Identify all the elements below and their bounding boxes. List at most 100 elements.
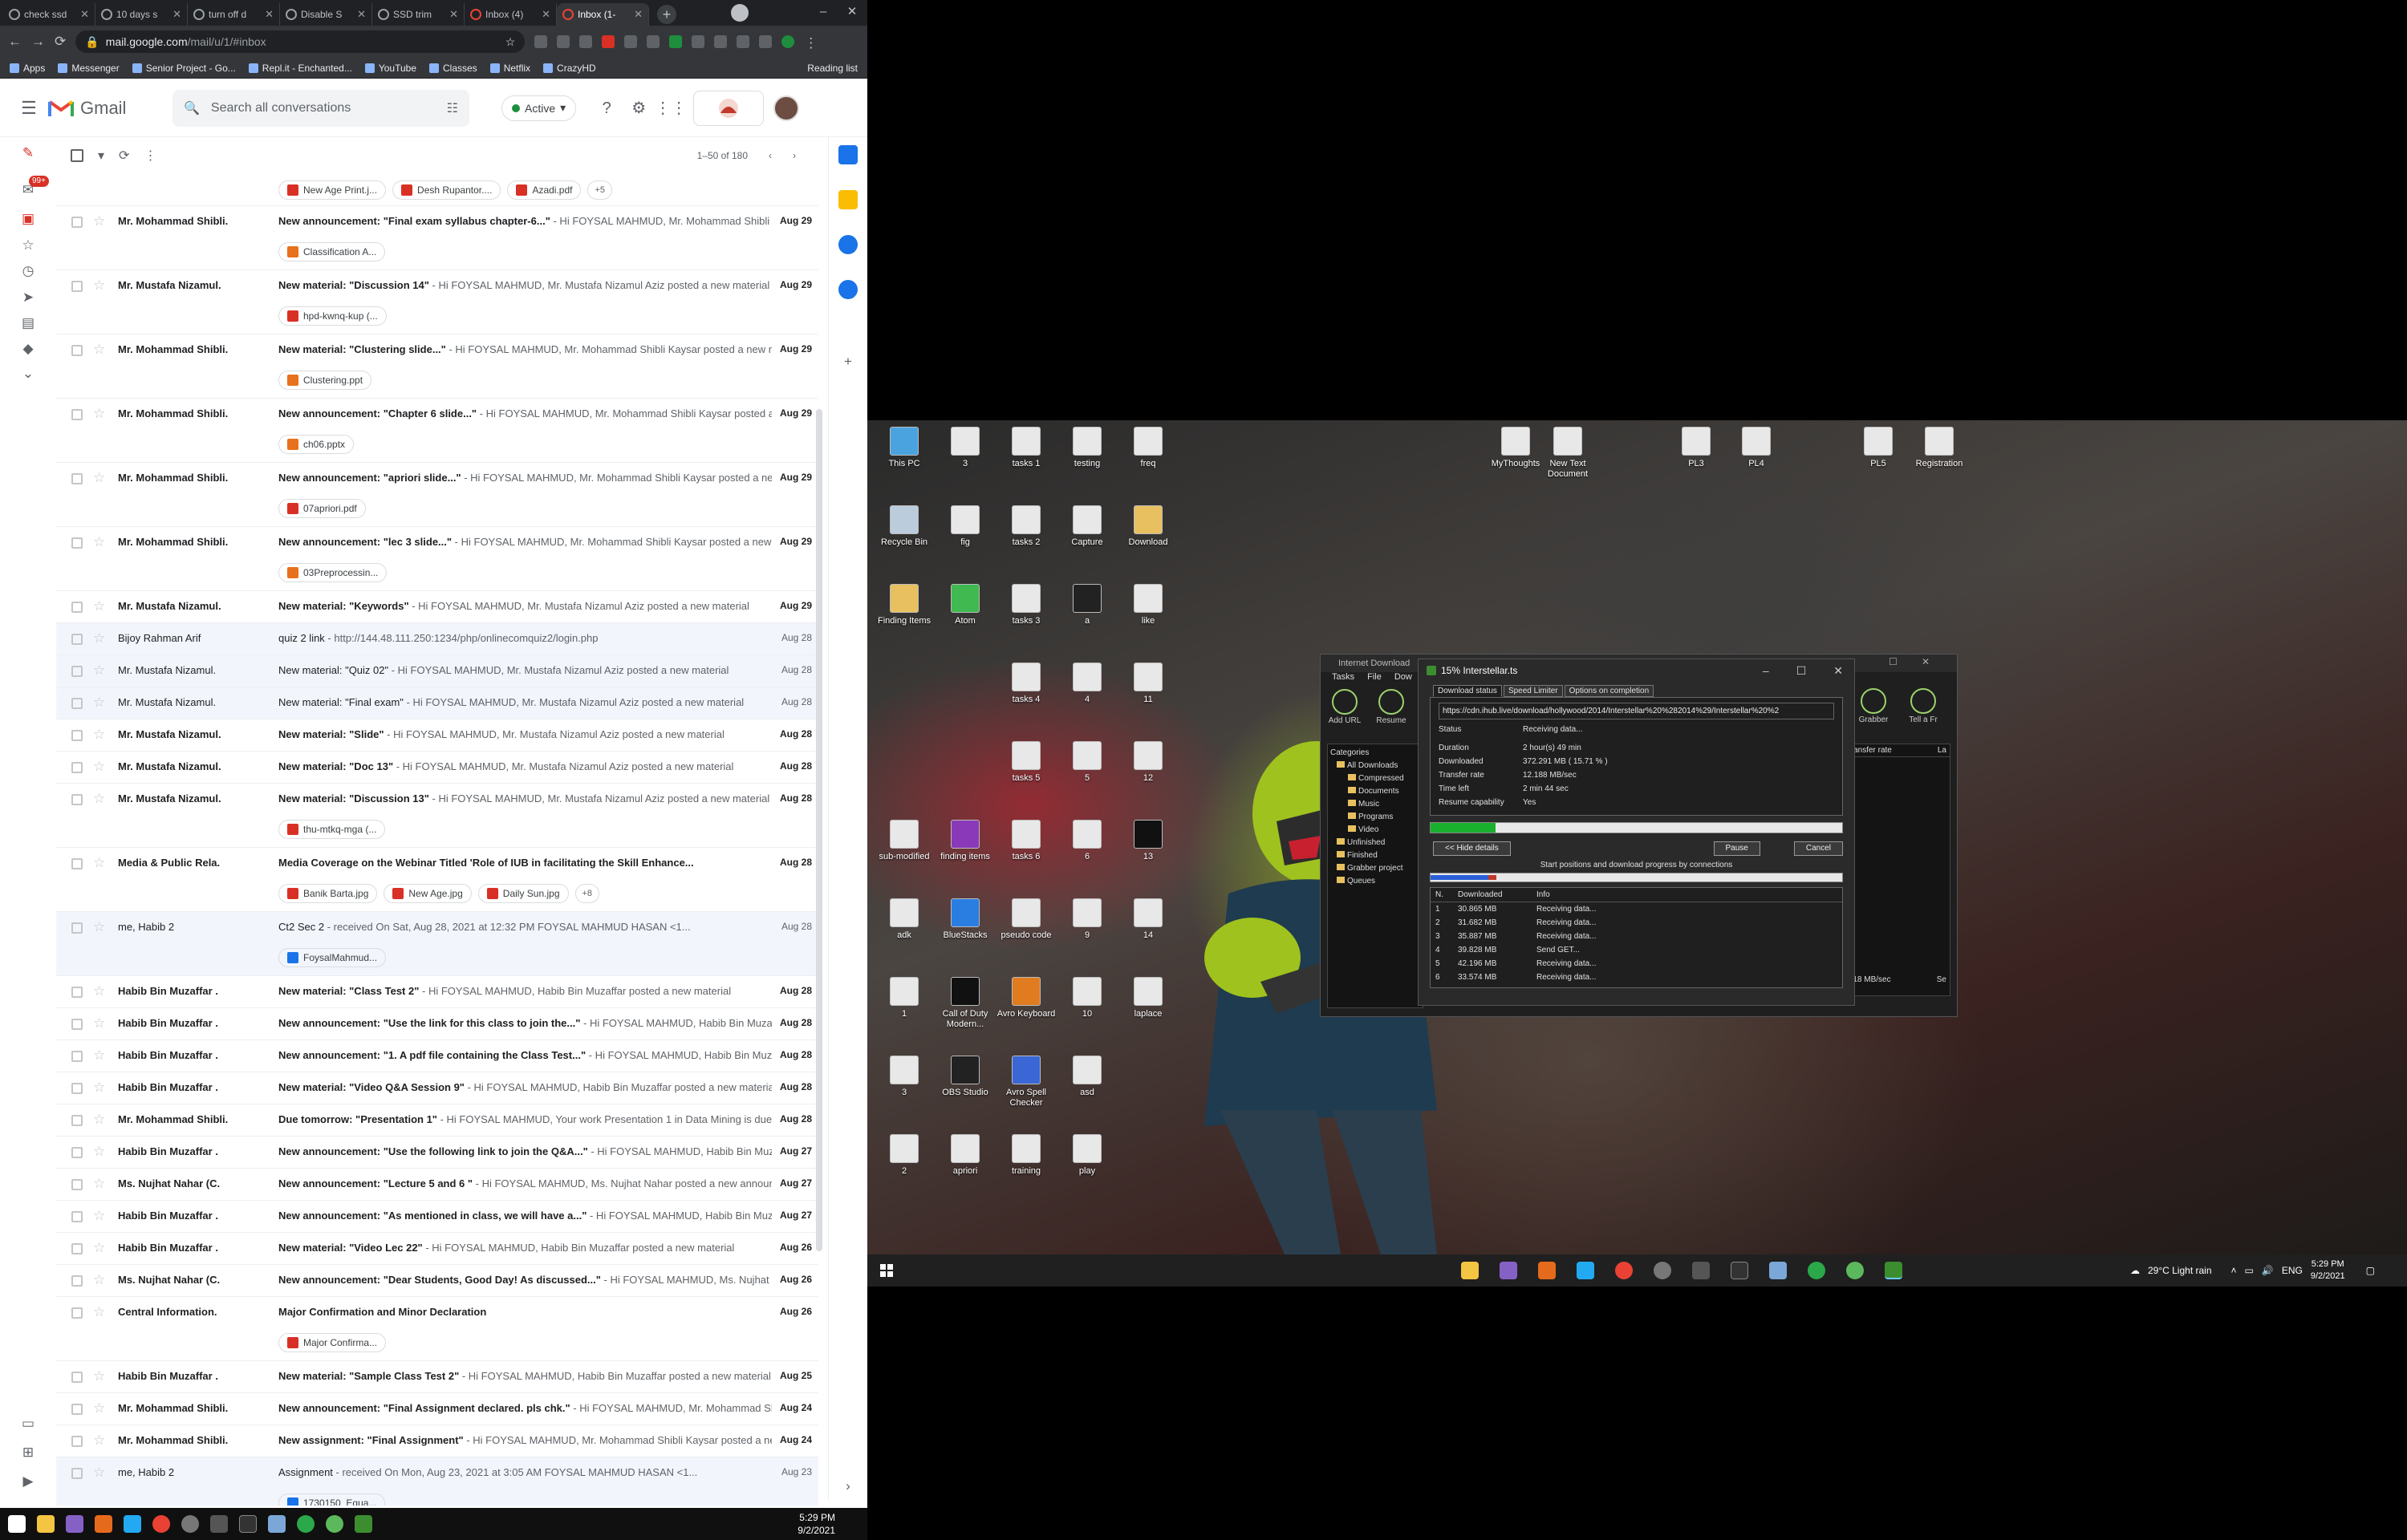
bookmark-item[interactable]: Senior Project - Go...: [132, 63, 236, 74]
app-icon[interactable]: [1846, 1262, 1864, 1279]
desktop-icon[interactable]: 11: [1118, 663, 1179, 705]
scrollbar[interactable]: [816, 409, 822, 1251]
star-icon[interactable]: ☆: [93, 983, 105, 999]
list-item[interactable]: New Age Print.j... Desh Rupantor.... Azadi…: [56, 174, 818, 206]
desktop-icon[interactable]: PL4: [1726, 427, 1787, 469]
star-icon[interactable]: ☆: [93, 1240, 105, 1256]
table-row[interactable]: ☆ Ms. Nujhat Nahar (C. New announcement: "…: [56, 1265, 818, 1297]
star-icon[interactable]: ☆: [93, 1304, 105, 1320]
table-row[interactable]: ☆ Mr. Mustafa Nizamul. New material: "Quiz…: [56, 655, 818, 687]
desktop-icon[interactable]: adk: [874, 898, 935, 941]
bookmark-item[interactable]: CrazyHD: [543, 63, 596, 74]
drafts-icon[interactable]: ▤: [18, 314, 38, 333]
desktop-icon[interactable]: 4: [1057, 663, 1118, 705]
gear-icon[interactable]: ⚙: [623, 92, 655, 124]
cancel-button[interactable]: Cancel: [1793, 841, 1843, 856]
star-icon[interactable]: ☆: [93, 759, 105, 775]
row-checkbox[interactable]: [71, 1404, 83, 1415]
row-checkbox[interactable]: [71, 1147, 83, 1158]
app-icon[interactable]: [1808, 1262, 1825, 1279]
forward-icon[interactable]: →: [31, 34, 45, 50]
desktop-icon[interactable]: Capture: [1057, 505, 1118, 548]
windows-start-icon[interactable]: [8, 1515, 26, 1533]
desktop-icon[interactable]: a: [1057, 584, 1118, 626]
row-checkbox[interactable]: [71, 1243, 83, 1254]
column-header[interactable]: Downloaded: [1455, 888, 1533, 902]
app-icon[interactable]: [1692, 1262, 1710, 1279]
calendar-icon[interactable]: [838, 145, 858, 164]
chevron-right-icon[interactable]: ›: [793, 150, 796, 161]
desktop-icon[interactable]: pseudo code: [996, 898, 1057, 941]
bookmark-item[interactable]: Classes: [429, 63, 477, 74]
tasks-icon[interactable]: [838, 235, 858, 254]
table-row[interactable]: ☆ Mr. Mohammad Shibli. New announcement: "…: [56, 206, 818, 270]
desktop-icon[interactable]: 10: [1057, 977, 1118, 1019]
omnibox[interactable]: 🔒 mail.google.com/mail/u/1/#inbox ☆: [75, 30, 526, 53]
attachment-chip[interactable]: 07apriori.pdf: [278, 499, 366, 518]
category-item[interactable]: All Downloads: [1330, 760, 1420, 772]
row-checkbox[interactable]: [71, 1436, 83, 1447]
desktop-icon[interactable]: Registration: [1909, 427, 1970, 469]
star-icon[interactable]: ☆: [93, 630, 105, 646]
desktop-icon[interactable]: tasks 6: [996, 820, 1057, 862]
visual-studio-icon[interactable]: [1500, 1262, 1517, 1279]
bookmark-item[interactable]: Apps: [10, 63, 45, 74]
close-icon[interactable]: ✕: [80, 8, 89, 21]
keep-icon[interactable]: [838, 190, 858, 209]
profile-f-icon[interactable]: [781, 35, 795, 48]
hide-details-button[interactable]: << Hide details: [1433, 841, 1511, 856]
file-explorer-icon[interactable]: [37, 1515, 55, 1533]
table-row[interactable]: ☆ Mr. Mohammad Shibli. New material: "Clus…: [56, 334, 818, 399]
desktop-icon[interactable]: tasks 4: [996, 663, 1057, 705]
gmail-logo[interactable]: Gmail: [48, 98, 173, 119]
desktop-icon[interactable]: PL3: [1666, 427, 1727, 469]
row-checkbox[interactable]: [71, 473, 83, 484]
app-icon[interactable]: [268, 1515, 286, 1533]
refresh-icon[interactable]: ⟳: [119, 148, 129, 164]
back-icon[interactable]: ←: [8, 34, 22, 50]
row-checkbox[interactable]: [71, 217, 83, 228]
volume-icon[interactable]: 🔊: [2262, 1265, 2274, 1276]
tell-friend-button[interactable]: Tell a Fr: [1906, 688, 1941, 724]
chevron-left-icon[interactable]: ‹: [769, 150, 772, 161]
add-addon-icon[interactable]: +: [838, 352, 858, 371]
row-checkbox[interactable]: [71, 730, 83, 741]
table-row[interactable]: ☆ Mr. Mohammad Shibli. New assignment: "Fi…: [56, 1425, 818, 1457]
desktop-icon[interactable]: laplace: [1118, 977, 1179, 1019]
star-icon[interactable]: ☆: [93, 919, 105, 935]
star-icon[interactable]: ☆: [93, 1465, 105, 1481]
desktop-icon[interactable]: 12: [1118, 741, 1179, 784]
new-tab-button[interactable]: +: [657, 5, 676, 24]
row-checkbox[interactable]: [71, 698, 83, 709]
app-icon[interactable]: [326, 1515, 343, 1533]
row-checkbox[interactable]: [71, 634, 83, 645]
close-icon[interactable]: ✕: [265, 8, 274, 21]
category-item[interactable]: Unfinished: [1330, 837, 1420, 849]
desktop-icon[interactable]: Avro Keyboard: [996, 977, 1057, 1019]
attachment-chip[interactable]: New Age.jpg: [384, 884, 472, 903]
extension-icon[interactable]: [579, 35, 593, 48]
category-item[interactable]: Categories: [1330, 747, 1420, 760]
close-icon[interactable]: ✕: [1922, 656, 1930, 667]
row-checkbox[interactable]: [71, 1275, 83, 1287]
table-row[interactable]: ☆ Mr. Mustafa Nizamul. New material: "Doc …: [56, 752, 818, 784]
row-checkbox[interactable]: [71, 762, 83, 773]
close-icon[interactable]: ✕: [634, 8, 643, 21]
desktop-icon[interactable]: 2: [874, 1134, 935, 1177]
table-row[interactable]: ☆ Habib Bin Muzaffar . New announcement: "…: [56, 1008, 818, 1040]
row-checkbox[interactable]: [71, 1179, 83, 1190]
desktop-icon[interactable]: freq: [1118, 427, 1179, 469]
table-row[interactable]: ☆ Mr. Mustafa Nizamul. New material: "Fina…: [56, 687, 818, 719]
table-row[interactable]: 1 30.865 MB Receiving data...: [1431, 902, 1842, 916]
chevron-down-icon[interactable]: ⌄: [18, 364, 38, 383]
desktop-icon[interactable]: Finding Items: [874, 584, 935, 626]
row-checkbox[interactable]: [71, 1083, 83, 1094]
terminal-icon[interactable]: [1731, 1262, 1748, 1279]
apps-grid-icon[interactable]: ⋮⋮: [655, 92, 687, 124]
close-icon[interactable]: ✕: [1833, 664, 1843, 678]
app-icon[interactable]: [210, 1515, 228, 1533]
category-item[interactable]: Grabber project: [1330, 862, 1420, 875]
bookmark-item[interactable]: Messenger: [58, 63, 120, 74]
table-row[interactable]: ☆ Mr. Mohammad Shibli. New announcement: "…: [56, 527, 818, 591]
table-row[interactable]: ☆ Mr. Mustafa Nizamul. New material: "Disc…: [56, 270, 818, 334]
